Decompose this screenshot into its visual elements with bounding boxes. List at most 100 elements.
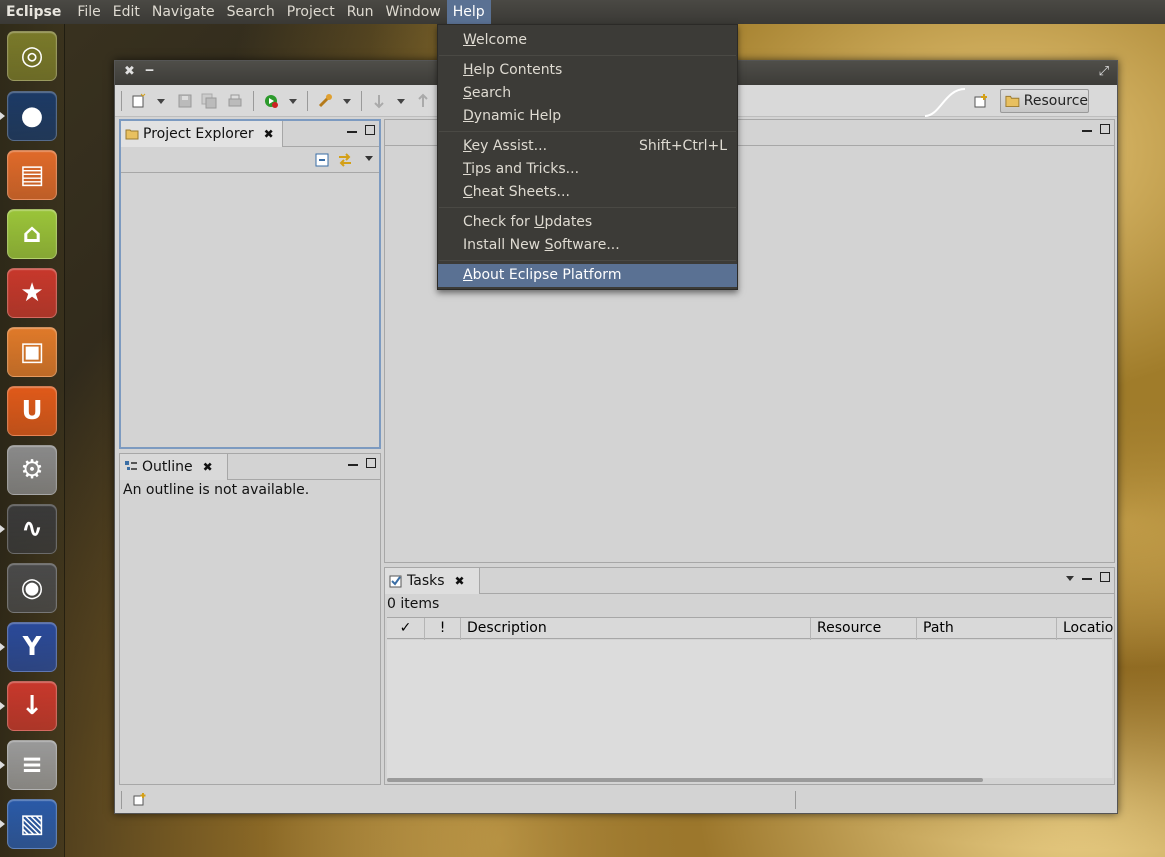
- launcher-mixer-icon[interactable]: ≡: [7, 740, 57, 790]
- menu-run[interactable]: Run: [341, 0, 380, 24]
- next-annotation-icon[interactable]: [371, 93, 387, 109]
- help-menu-item-help-contents[interactable]: Help Contents: [438, 59, 737, 82]
- minimize-icon[interactable]: [347, 130, 357, 133]
- help-menu-item-tips-and-tricks[interactable]: Tips and Tricks...: [438, 158, 737, 181]
- launcher-android-sdk-icon[interactable]: ⌂: [7, 209, 57, 259]
- new-dropdown-icon[interactable]: [157, 99, 165, 104]
- menu-help[interactable]: Help: [446, 0, 491, 24]
- perspective-curve: [925, 88, 965, 117]
- launcher-dash-home-icon[interactable]: ◎: [7, 31, 57, 81]
- menu-item-accelerator: Shift+Ctrl+L: [639, 138, 727, 154]
- window-minimize-icon[interactable]: ‒: [145, 63, 154, 78]
- view-menu-icon[interactable]: [1066, 576, 1074, 581]
- close-icon[interactable]: ✖: [203, 460, 213, 474]
- folder-icon: [125, 129, 139, 140]
- help-menu-item-key-assist[interactable]: Key Assist... Shift+Ctrl+L: [438, 135, 737, 158]
- menu-item-label: Check for: [463, 214, 535, 230]
- column-header-resource[interactable]: Resource: [811, 618, 917, 640]
- maximize-icon[interactable]: [365, 125, 375, 135]
- launcher-ubuntu-one-icon[interactable]: U: [7, 386, 57, 436]
- help-menu-item-search[interactable]: Search: [438, 82, 737, 105]
- perspective-resource-button[interactable]: Resource: [1000, 89, 1089, 113]
- tasks-table-body: [387, 640, 1112, 778]
- external-tools-dropdown-icon[interactable]: [343, 99, 351, 104]
- help-menu-item-check-for-updates[interactable]: Check for Updates: [438, 211, 737, 234]
- column-header-completed[interactable]: ✓: [387, 618, 425, 640]
- tab-label: Project Explorer: [143, 126, 254, 142]
- launcher-software-center-icon[interactable]: ▣: [7, 327, 57, 377]
- column-header-location[interactable]: Locatio: [1057, 618, 1114, 640]
- launcher-y-ppa-manager-icon[interactable]: Y: [7, 622, 57, 672]
- minimize-icon[interactable]: [1082, 577, 1092, 580]
- menu-file[interactable]: File: [71, 0, 106, 24]
- window-maximize-icon[interactable]: ⤢: [1099, 64, 1109, 79]
- perspective-label: Resource: [1023, 93, 1088, 109]
- maximize-icon[interactable]: [1100, 572, 1110, 582]
- launcher-running-indicator: [0, 643, 5, 651]
- menu-item-mnemonic: D: [463, 108, 474, 124]
- run-dropdown-icon[interactable]: [289, 99, 297, 104]
- new-icon[interactable]: [131, 93, 147, 109]
- help-menu-item-install-new-software[interactable]: Install New Software...: [438, 234, 737, 257]
- toolbar-separator: [253, 91, 254, 111]
- print-icon[interactable]: [227, 93, 243, 109]
- launcher-browser-icon[interactable]: ●: [7, 91, 57, 141]
- save-icon[interactable]: [177, 93, 193, 109]
- menu-item-label: oftware...: [553, 237, 620, 253]
- view-menu-icon[interactable]: [365, 156, 373, 161]
- launcher-settings-icon[interactable]: ⚙: [7, 445, 57, 495]
- menu-item-label: heat Sheets...: [472, 184, 570, 200]
- maximize-icon[interactable]: [1100, 124, 1110, 134]
- launcher-running-indicator: [0, 702, 5, 710]
- menu-edit[interactable]: Edit: [107, 0, 146, 24]
- link-with-editor-icon[interactable]: [337, 152, 353, 168]
- horizontal-scrollbar[interactable]: [387, 778, 983, 782]
- menu-item-mnemonic: H: [463, 62, 474, 78]
- status-separator: [121, 791, 122, 809]
- column-header-path[interactable]: Path: [917, 618, 1057, 640]
- menu-item-mnemonic: T: [463, 161, 472, 177]
- column-header-priority[interactable]: !: [425, 618, 461, 640]
- tab-project-explorer[interactable]: Project Explorer ✖: [121, 121, 283, 147]
- maximize-icon[interactable]: [366, 458, 376, 468]
- menu-separator: [439, 131, 736, 132]
- column-header-description[interactable]: Description: [461, 618, 811, 640]
- external-tools-icon[interactable]: [317, 93, 333, 109]
- launcher-update-manager-icon[interactable]: ↓: [7, 681, 57, 731]
- menu-window[interactable]: Window: [380, 0, 447, 24]
- launcher-files-icon[interactable]: ▤: [7, 150, 57, 200]
- window-close-icon[interactable]: ✖: [124, 64, 135, 79]
- close-icon[interactable]: ✖: [264, 127, 274, 141]
- help-menu-item-cheat-sheets[interactable]: Cheat Sheets...: [438, 181, 737, 204]
- minimize-icon[interactable]: [348, 463, 358, 466]
- help-menu-item-dynamic-help[interactable]: Dynamic Help: [438, 105, 737, 128]
- launcher-virtualbox-icon[interactable]: ▧: [7, 799, 57, 849]
- status-bar: [115, 785, 1117, 813]
- menu-navigate[interactable]: Navigate: [146, 0, 221, 24]
- fast-view-icon[interactable]: [133, 792, 147, 806]
- launcher-system-monitor-icon[interactable]: ∿: [7, 504, 57, 554]
- tab-outline[interactable]: Outline ✖: [120, 454, 228, 480]
- menu-item-label: ynamic Help: [473, 108, 562, 124]
- menu-item-label: bout Eclipse Platform: [472, 267, 622, 283]
- tab-tasks[interactable]: Tasks ✖: [385, 568, 480, 594]
- save-all-icon[interactable]: [201, 93, 217, 109]
- collapse-all-icon[interactable]: [315, 153, 329, 167]
- launcher-wunderlist-icon[interactable]: ★: [7, 268, 57, 318]
- run-icon[interactable]: [263, 93, 279, 109]
- view-controls: [1082, 124, 1110, 134]
- menu-search[interactable]: Search: [221, 0, 281, 24]
- tab-label: Tasks: [407, 573, 445, 589]
- next-annotation-dropdown-icon[interactable]: [397, 99, 405, 104]
- unity-launcher: ◎ ● ▤ ⌂ ★ ▣ U ⚙ ∿ ◉ Y ↓ ≡ ▧: [0, 24, 65, 857]
- help-menu-item-welcome[interactable]: Welcome: [438, 29, 737, 52]
- explorer-view-toolbar: [121, 147, 379, 173]
- launcher-steam-icon[interactable]: ◉: [7, 563, 57, 613]
- help-menu-item-about-eclipse-platform[interactable]: About Eclipse Platform: [438, 264, 737, 287]
- menu-project[interactable]: Project: [281, 0, 341, 24]
- minimize-icon[interactable]: [1082, 129, 1092, 132]
- previous-annotation-icon[interactable]: [415, 93, 431, 109]
- open-perspective-icon[interactable]: [973, 93, 989, 109]
- outline-empty-message: An outline is not available.: [123, 482, 310, 498]
- close-icon[interactable]: ✖: [455, 574, 465, 588]
